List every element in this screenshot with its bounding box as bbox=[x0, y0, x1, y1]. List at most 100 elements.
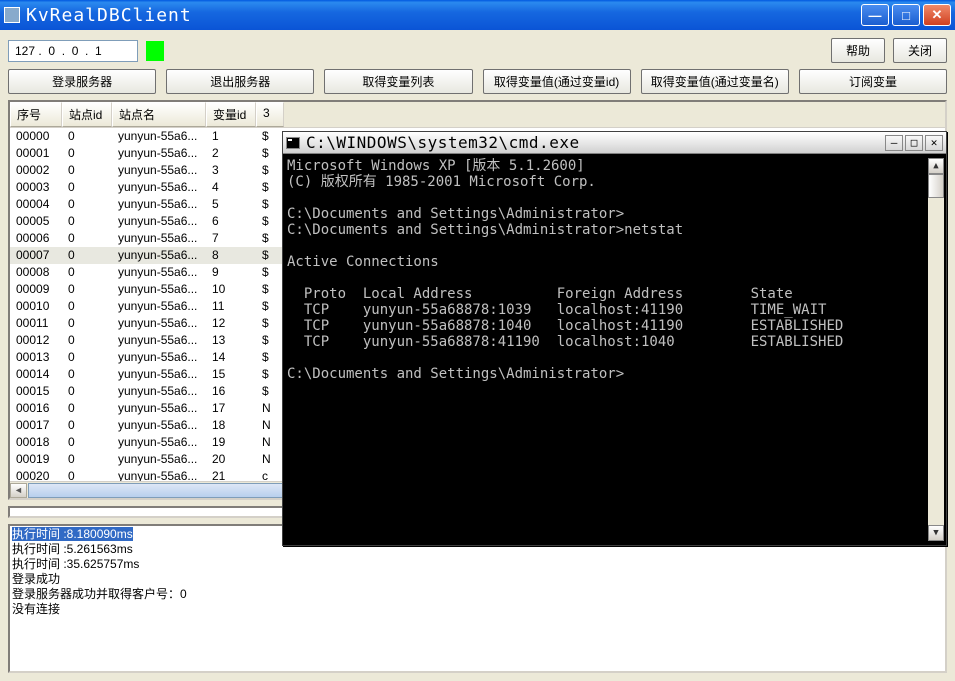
table-cell: 00015 bbox=[10, 383, 62, 400]
table-cell: $ bbox=[256, 128, 284, 145]
table-cell: yunyun-55a6... bbox=[112, 451, 206, 468]
table-cell: 0 bbox=[62, 451, 112, 468]
table-cell: 00019 bbox=[10, 451, 62, 468]
log-line: 执行时间 :35.625757ms bbox=[12, 557, 943, 572]
table-cell: 0 bbox=[62, 417, 112, 434]
table-cell: 00012 bbox=[10, 332, 62, 349]
table-cell: 0 bbox=[62, 247, 112, 264]
table-cell: N bbox=[256, 434, 284, 451]
cmd-body: Microsoft Windows XP [版本 5.1.2600] (C) 版… bbox=[283, 154, 946, 545]
table-cell: 16 bbox=[206, 383, 256, 400]
table-cell: yunyun-55a6... bbox=[112, 349, 206, 366]
main-titlebar: KvRealDBClient — □ ✕ bbox=[0, 0, 955, 30]
table-header: 序号 站点id 站点名 变量id 3 bbox=[10, 102, 945, 128]
log-panel[interactable]: 执行时间 :8.180090ms执行时间 :5.261563ms执行时间 :35… bbox=[8, 524, 947, 673]
table-cell: 15 bbox=[206, 366, 256, 383]
table-cell: yunyun-55a6... bbox=[112, 264, 206, 281]
table-cell: 0 bbox=[62, 400, 112, 417]
table-cell: 0 bbox=[62, 281, 112, 298]
action-button-row: 登录服务器 退出服务器 取得变量列表 取得变量值(通过变量id) 取得变量值(通… bbox=[8, 69, 947, 94]
table-cell: yunyun-55a6... bbox=[112, 298, 206, 315]
table-cell: 13 bbox=[206, 332, 256, 349]
table-cell: $ bbox=[256, 349, 284, 366]
table-cell: 0 bbox=[62, 264, 112, 281]
table-cell: 00004 bbox=[10, 196, 62, 213]
cmd-window: C:\WINDOWS\system32\cmd.exe — □ ✕ Micros… bbox=[282, 131, 947, 546]
table-cell: $ bbox=[256, 247, 284, 264]
table-cell: c bbox=[256, 468, 284, 481]
col-header-var-id[interactable]: 变量id bbox=[206, 102, 256, 127]
col-header-site-id[interactable]: 站点id bbox=[62, 102, 112, 127]
table-cell: yunyun-55a6... bbox=[112, 434, 206, 451]
table-cell: $ bbox=[256, 315, 284, 332]
table-cell: 8 bbox=[206, 247, 256, 264]
table-cell: $ bbox=[256, 196, 284, 213]
table-cell: 3 bbox=[206, 162, 256, 179]
table-cell: yunyun-55a6... bbox=[112, 145, 206, 162]
login-server-button[interactable]: 登录服务器 bbox=[8, 69, 156, 94]
table-cell: 0 bbox=[62, 434, 112, 451]
table-cell: $ bbox=[256, 145, 284, 162]
status-indicator bbox=[146, 41, 164, 61]
table-cell: 00010 bbox=[10, 298, 62, 315]
help-button[interactable]: 帮助 bbox=[831, 38, 885, 63]
table-cell: 9 bbox=[206, 264, 256, 281]
cmd-minimize-button[interactable]: — bbox=[885, 135, 903, 151]
table-cell: N bbox=[256, 417, 284, 434]
table-cell: yunyun-55a6... bbox=[112, 196, 206, 213]
get-var-list-button[interactable]: 取得变量列表 bbox=[324, 69, 472, 94]
subscribe-var-button[interactable]: 订阅变量 bbox=[799, 69, 947, 94]
get-var-by-name-button[interactable]: 取得变量值(通过变量名) bbox=[641, 69, 789, 94]
table-cell: $ bbox=[256, 298, 284, 315]
table-cell: 12 bbox=[206, 315, 256, 332]
table-cell: 6 bbox=[206, 213, 256, 230]
table-cell: 0 bbox=[62, 349, 112, 366]
table-cell: 00000 bbox=[10, 128, 62, 145]
logout-server-button[interactable]: 退出服务器 bbox=[166, 69, 314, 94]
table-cell: yunyun-55a6... bbox=[112, 179, 206, 196]
table-cell: 00008 bbox=[10, 264, 62, 281]
close-button[interactable]: ✕ bbox=[923, 4, 951, 26]
table-cell: 0 bbox=[62, 332, 112, 349]
table-cell: $ bbox=[256, 332, 284, 349]
ip-input[interactable] bbox=[8, 40, 138, 62]
table-cell: 10 bbox=[206, 281, 256, 298]
table-cell: 00020 bbox=[10, 468, 62, 481]
table-cell: 0 bbox=[62, 162, 112, 179]
table-cell: yunyun-55a6... bbox=[112, 281, 206, 298]
log-line: 没有连接 bbox=[12, 602, 943, 617]
get-var-by-id-button[interactable]: 取得变量值(通过变量id) bbox=[483, 69, 631, 94]
table-cell: yunyun-55a6... bbox=[112, 315, 206, 332]
table-cell: 00009 bbox=[10, 281, 62, 298]
cmd-output[interactable]: Microsoft Windows XP [版本 5.1.2600] (C) 版… bbox=[287, 158, 928, 541]
table-cell: $ bbox=[256, 281, 284, 298]
col-header-seq[interactable]: 序号 bbox=[10, 102, 62, 127]
cmd-scroll-thumb[interactable] bbox=[928, 174, 944, 198]
minimize-button[interactable]: — bbox=[861, 4, 889, 26]
table-cell: 2 bbox=[206, 145, 256, 162]
scroll-up-icon[interactable]: ▲ bbox=[928, 158, 944, 174]
cmd-close-button[interactable]: ✕ bbox=[925, 135, 943, 151]
table-cell: N bbox=[256, 400, 284, 417]
table-cell: yunyun-55a6... bbox=[112, 366, 206, 383]
scroll-left-icon[interactable]: ◄ bbox=[10, 483, 27, 498]
cmd-vertical-scrollbar[interactable]: ▲ ▼ bbox=[928, 158, 944, 541]
table-cell: 0 bbox=[62, 315, 112, 332]
col-header-rest[interactable]: 3 bbox=[256, 102, 284, 127]
close-app-button[interactable]: 关闭 bbox=[893, 38, 947, 63]
table-cell: 00003 bbox=[10, 179, 62, 196]
table-cell: 00001 bbox=[10, 145, 62, 162]
table-cell: 00014 bbox=[10, 366, 62, 383]
table-cell: 00013 bbox=[10, 349, 62, 366]
cmd-titlebar[interactable]: C:\WINDOWS\system32\cmd.exe — □ ✕ bbox=[283, 132, 946, 154]
table-cell: 18 bbox=[206, 417, 256, 434]
table-cell: 00006 bbox=[10, 230, 62, 247]
col-header-site-name[interactable]: 站点名 bbox=[112, 102, 206, 127]
table-cell: yunyun-55a6... bbox=[112, 383, 206, 400]
scroll-down-icon[interactable]: ▼ bbox=[928, 525, 944, 541]
table-cell: 00018 bbox=[10, 434, 62, 451]
maximize-button[interactable]: □ bbox=[892, 4, 920, 26]
cmd-maximize-button[interactable]: □ bbox=[905, 135, 923, 151]
table-cell: $ bbox=[256, 264, 284, 281]
table-cell: N bbox=[256, 451, 284, 468]
